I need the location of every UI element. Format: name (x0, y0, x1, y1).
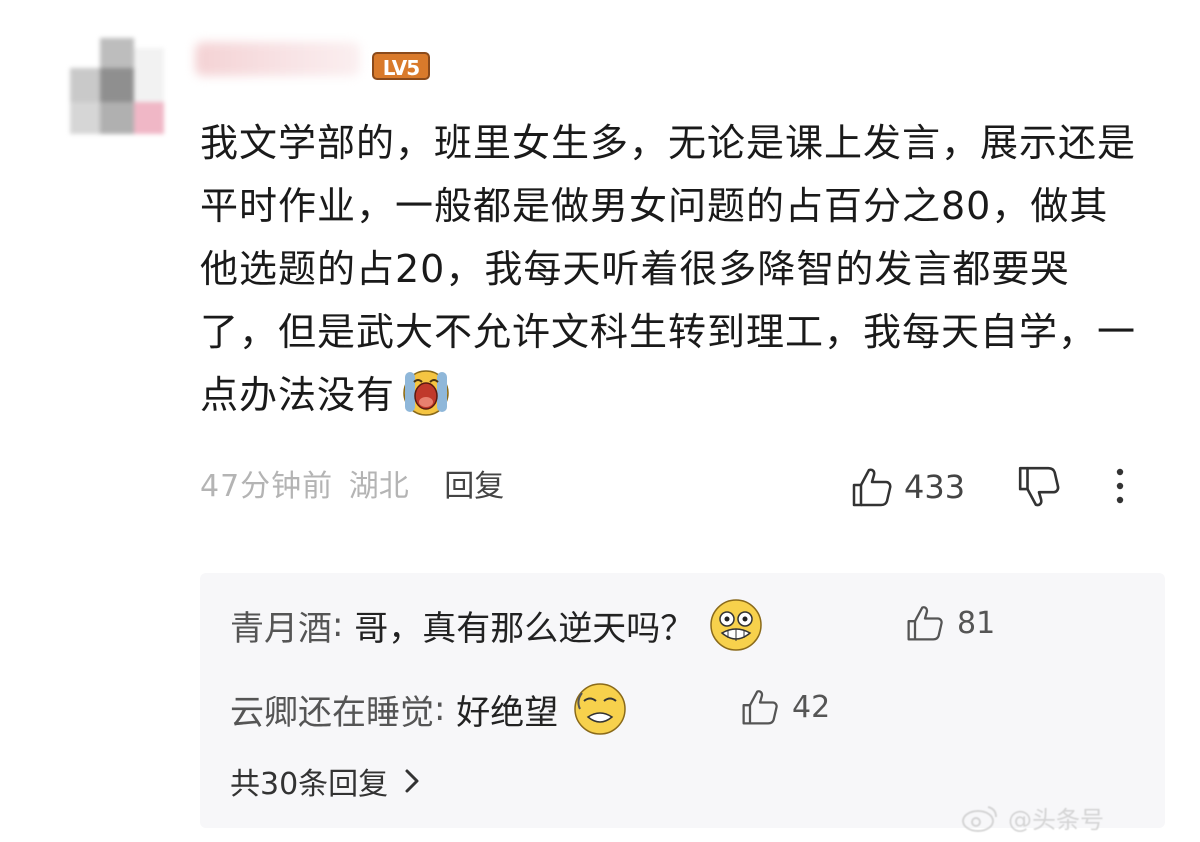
crying-emoji-icon (403, 370, 449, 416)
comment-location: 湖北 (348, 469, 409, 504)
reply-author[interactable]: 云卿还在睡觉 (230, 685, 434, 734)
weibo-logo-icon (962, 805, 997, 832)
total-replies-label: 共30条回复 (230, 767, 389, 802)
thumbs-up-icon (852, 468, 892, 507)
despair-emoji-icon (574, 683, 627, 735)
thumbs-up-icon (907, 606, 943, 641)
watermark-text: @头条号 (1008, 806, 1104, 834)
reply-like-count: 42 (792, 689, 831, 725)
reply-text: 好绝望 (456, 692, 559, 733)
comment-meta: 47分钟前 湖北 回复 (200, 465, 504, 509)
level-badge: LV5 (372, 52, 430, 80)
reply-like-count: 81 (957, 605, 996, 641)
like-count: 433 (904, 468, 966, 506)
comment-body: 我文学部的，班里女生多，无论是课上发言，展示还是平时作业，一般都是做男女问题的占… (200, 112, 1145, 427)
chevron-right-icon (405, 769, 419, 793)
watermark: @头条号 (960, 800, 1104, 835)
comment-text: 我文学部的，班里女生多，无论是课上发言，展示还是平时作业，一般都是做男女问题的占… (200, 121, 1137, 417)
like-button[interactable]: 433 (850, 462, 965, 512)
view-all-replies-link[interactable]: 共30条回复 (230, 759, 420, 803)
avatar[interactable] (70, 38, 164, 134)
thumbs-up-icon (742, 690, 778, 725)
reply-author[interactable]: 青月酒 (230, 601, 332, 650)
reply-item[interactable]: 青月酒 : 哥，真有那么逆天吗？ (230, 595, 764, 655)
comment-time: 47分钟前 (200, 469, 334, 504)
reply-text: 哥，真有那么逆天吗？ (354, 608, 695, 649)
reply-item[interactable]: 云卿还在睡觉 : 好绝望 (230, 679, 628, 739)
reply-colon: : (434, 689, 457, 729)
shocked-emoji-icon (710, 599, 763, 651)
reply-like-button[interactable]: 81 (905, 603, 995, 643)
username-blurred[interactable] (195, 42, 360, 76)
replies-panel: 青月酒 : 哥，真有那么逆天吗？ 81 云卿还在睡觉 : 好绝望 42 共30条… (200, 573, 1165, 828)
more-options-icon[interactable] (1108, 466, 1132, 506)
reply-like-button[interactable]: 42 (740, 687, 830, 727)
reply-colon: : (332, 605, 355, 645)
thumbs-down-icon[interactable] (1016, 464, 1062, 510)
reply-button[interactable]: 回复 (444, 469, 504, 504)
